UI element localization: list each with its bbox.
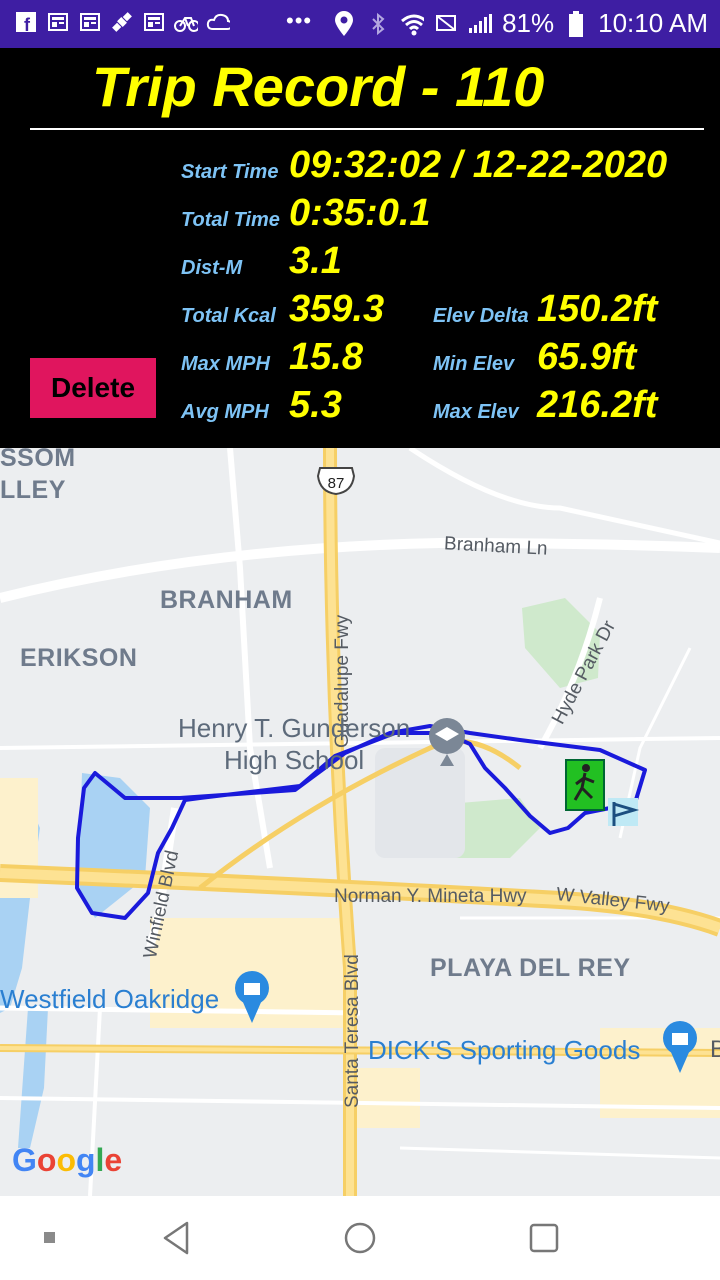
page-title: Trip Record - 110 bbox=[92, 55, 545, 118]
school-label[interactable]: Henry T. Gunderson High School bbox=[178, 712, 410, 776]
google-logo-letter: G bbox=[12, 1142, 37, 1178]
road-label: Santa Teresa Blvd bbox=[342, 954, 363, 1108]
max-elev-label: Max Elev bbox=[433, 401, 519, 423]
signal-icon bbox=[468, 12, 493, 36]
start-time-label: Start Time bbox=[181, 161, 279, 183]
max-mph-label: Max MPH bbox=[181, 353, 270, 375]
min-elev-label: Min Elev bbox=[433, 353, 515, 375]
bluetooth-icon bbox=[366, 12, 390, 36]
cloud-icon bbox=[206, 10, 230, 34]
location-icon bbox=[332, 10, 356, 36]
distance-value: 3.1 bbox=[289, 240, 342, 282]
square-small-icon[interactable] bbox=[26, 1214, 74, 1262]
runner-start-icon[interactable] bbox=[565, 759, 605, 811]
navigation-bar bbox=[0, 1196, 720, 1280]
total-kcal-label: Total Kcal bbox=[181, 305, 276, 327]
road-label: Norman Y. Mineta Hwy bbox=[334, 886, 527, 907]
store-label[interactable]: DICK'S Sporting Goods bbox=[368, 1035, 640, 1066]
clock: 10:10 AM bbox=[598, 8, 708, 38]
road-label: B bbox=[710, 1036, 720, 1063]
school-name-line1: Henry T. Gunderson bbox=[178, 713, 411, 743]
total-time-label: Total Time bbox=[181, 209, 280, 231]
google-logo-letter: g bbox=[75, 1142, 96, 1178]
news-icon bbox=[46, 10, 70, 34]
more-notifications-icon: ••• bbox=[286, 8, 313, 33]
school-name-line2: High School bbox=[224, 745, 365, 775]
title-divider bbox=[30, 128, 704, 130]
start-time-value: 09:32:02 / 12-22-2020 bbox=[289, 144, 668, 186]
news-icon bbox=[142, 10, 166, 34]
finish-flag-icon[interactable] bbox=[608, 798, 640, 826]
recents-icon[interactable] bbox=[520, 1214, 568, 1262]
google-logo-letter: e bbox=[104, 1142, 123, 1178]
trip-header: Trip Record - 110 Start Time 09:32:02 / … bbox=[0, 48, 720, 448]
google-logo-letter: o bbox=[56, 1142, 76, 1178]
facebook-icon: f bbox=[14, 10, 38, 34]
elev-delta-value: 150.2ft bbox=[537, 288, 658, 330]
google-logo-text: Google bbox=[12, 1142, 122, 1178]
area-label: LLEY bbox=[0, 476, 66, 504]
news-icon bbox=[78, 10, 102, 34]
max-mph-value: 15.8 bbox=[289, 336, 363, 378]
min-elev-value: 65.9ft bbox=[537, 336, 637, 378]
route-map[interactable]: 87 SSOM LLEY BRANHAM ERIKSON PLAYA DEL R… bbox=[0, 448, 720, 1196]
status-bar: f ••• 81% 10:10 AM bbox=[0, 0, 720, 48]
total-time-value: 0:35:0.1 bbox=[289, 192, 431, 234]
google-logo-letter: o bbox=[36, 1142, 57, 1178]
battery-percent: 81% bbox=[502, 8, 555, 38]
area-label: ERIKSON bbox=[20, 644, 138, 672]
area-label: PLAYA DEL REY bbox=[430, 954, 631, 982]
google-logo: Google bbox=[12, 1142, 122, 1179]
bike-icon bbox=[174, 10, 198, 34]
mall-label[interactable]: Westfield Oakridge bbox=[0, 984, 219, 1015]
wifi-icon bbox=[400, 12, 425, 36]
total-kcal-value: 359.3 bbox=[289, 288, 385, 330]
elev-delta-label: Elev Delta bbox=[433, 305, 529, 327]
avg-mph-value: 5.3 bbox=[289, 384, 342, 426]
satellite-icon bbox=[110, 10, 134, 34]
no-sim-icon bbox=[434, 12, 458, 36]
home-icon[interactable] bbox=[336, 1214, 384, 1262]
highway-87-shield: 87 bbox=[328, 475, 345, 492]
area-label: BRANHAM bbox=[160, 586, 293, 614]
delete-button[interactable]: Delete bbox=[30, 358, 156, 418]
distance-label: Dist-M bbox=[181, 257, 243, 279]
area-label: SSOM bbox=[0, 448, 76, 472]
avg-mph-label: Avg MPH bbox=[181, 401, 269, 423]
max-elev-value: 216.2ft bbox=[537, 384, 658, 426]
svg-text:f: f bbox=[24, 15, 31, 33]
battery-icon bbox=[564, 10, 588, 37]
back-icon[interactable] bbox=[152, 1214, 200, 1262]
